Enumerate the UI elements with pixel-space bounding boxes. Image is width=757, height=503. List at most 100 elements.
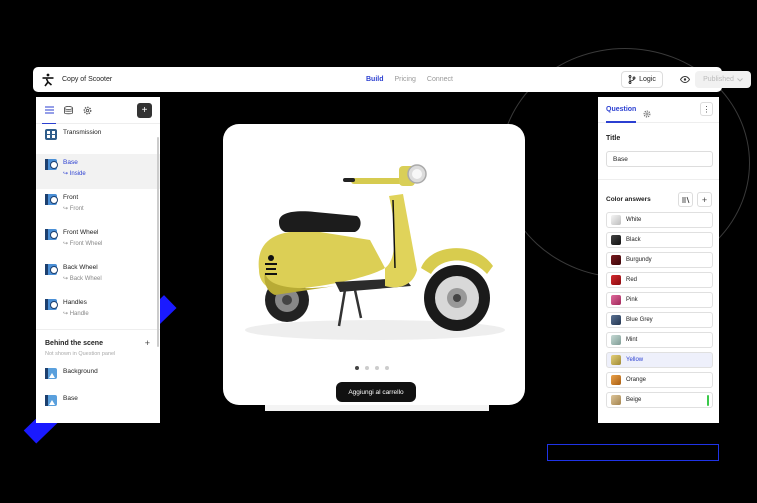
- add-to-cart-button[interactable]: Aggiungi al carrello: [336, 382, 416, 402]
- answer-white[interactable]: White: [606, 212, 713, 228]
- answer-yellow[interactable]: Yellow: [606, 352, 713, 368]
- answer-mint[interactable]: Mint: [606, 332, 713, 348]
- layer-name: Base: [63, 159, 78, 166]
- layers-panel: + Transmission Base ↪ Inside Front ↪ Fro…: [36, 97, 160, 423]
- list-icon[interactable]: [42, 105, 56, 124]
- answer-red[interactable]: Red: [606, 272, 713, 288]
- tab-question[interactable]: Question: [606, 106, 637, 123]
- color-answers-list: White Black Burgundy Red Pink Blue Grey …: [606, 212, 713, 412]
- image-icon: [45, 395, 57, 406]
- gear-icon[interactable]: [643, 105, 651, 123]
- stack-icon[interactable]: [63, 105, 73, 115]
- color-chip: [611, 215, 621, 225]
- layer-link: ↪ Front Wheel: [63, 241, 103, 247]
- layer-item-front-wheel[interactable]: Front Wheel ↪ Front Wheel: [36, 224, 160, 259]
- layer-item-handles[interactable]: Handles ↪ Handle: [36, 294, 160, 329]
- title-input[interactable]: Base: [606, 151, 713, 167]
- publish-button[interactable]: Published: [695, 71, 751, 88]
- answer-pink[interactable]: Pink: [606, 292, 713, 308]
- layer-item-back-wheel[interactable]: Back Wheel ↪ Back Wheel: [36, 259, 160, 294]
- part-icon: [45, 159, 58, 170]
- color-chip: [611, 255, 621, 265]
- layer-item-base[interactable]: Base ↪ Inside: [36, 154, 160, 189]
- layer-name: Transmission: [63, 129, 102, 136]
- preview-button[interactable]: [676, 71, 694, 88]
- layers-toolbar: +: [36, 97, 160, 124]
- answer-label: Yellow: [626, 357, 644, 363]
- more-options-button[interactable]: ⋮: [700, 102, 713, 116]
- top-bar: Copy of Scooter Build Pricing Connect Lo…: [33, 67, 751, 92]
- group-icon: [45, 129, 57, 140]
- carousel-dots: [355, 366, 389, 370]
- add-layer-button[interactable]: +: [137, 103, 152, 118]
- answer-label: White: [626, 217, 642, 223]
- carousel-dot[interactable]: [365, 366, 369, 370]
- answer-burgundy[interactable]: Burgundy: [606, 252, 713, 268]
- answer-beige[interactable]: Beige: [606, 392, 713, 408]
- layer-link: ↪ Inside: [63, 171, 86, 177]
- layer-name: Background: [63, 368, 98, 375]
- color-chip: [611, 295, 621, 305]
- logic-label: Logic: [639, 76, 656, 83]
- answer-label: Red: [626, 277, 638, 283]
- tab-connect[interactable]: Connect: [427, 76, 453, 83]
- answer-label: Burgundy: [626, 257, 652, 263]
- scooter-image: [245, 164, 505, 340]
- answer-label: Orange: [626, 377, 647, 383]
- section-title: Behind the scene: [45, 340, 103, 347]
- layer-item-base-background[interactable]: Base: [36, 390, 160, 417]
- tab-pricing[interactable]: Pricing: [395, 76, 416, 83]
- title-label: Title: [606, 135, 621, 142]
- branch-icon: [628, 75, 636, 84]
- answer-label: Pink: [626, 297, 638, 303]
- layer-name: Front Wheel: [63, 229, 99, 236]
- answer-label: Mint: [626, 337, 638, 343]
- answer-label: Beige: [626, 397, 642, 403]
- divider: [598, 179, 719, 180]
- answer-label: Black: [626, 237, 641, 243]
- carousel-dot[interactable]: [385, 366, 389, 370]
- layer-name: Back Wheel: [63, 264, 98, 271]
- publish-label: Published: [703, 76, 734, 83]
- tab-build[interactable]: Build: [366, 76, 384, 83]
- answer-orange[interactable]: Orange: [606, 372, 713, 388]
- layer-name: Front: [63, 194, 79, 201]
- app-logo-icon[interactable]: [39, 71, 57, 89]
- add-behind-scene-button[interactable]: +: [145, 338, 150, 348]
- layer-link: ↪ Back Wheel: [63, 276, 102, 282]
- color-chip: [611, 375, 621, 385]
- logic-button[interactable]: Logic: [621, 71, 663, 88]
- color-chip: [611, 355, 621, 365]
- layer-link: ↪ Handle: [63, 311, 89, 317]
- layer-link: ↪ Front: [63, 206, 84, 212]
- chevron-down-icon: [737, 77, 743, 82]
- section-subtitle: Not shown in Question panel: [45, 351, 116, 357]
- add-answer-button[interactable]: +: [697, 192, 712, 207]
- question-tabs: Question ⋮: [598, 97, 719, 123]
- gear-icon[interactable]: [82, 105, 92, 115]
- answers-label: Color answers: [606, 196, 651, 203]
- carousel-dot[interactable]: [355, 366, 359, 370]
- layer-item-front[interactable]: Front ↪ Front: [36, 189, 160, 224]
- color-chip: [611, 395, 621, 405]
- layer-item-transmission[interactable]: Transmission: [36, 124, 160, 154]
- color-chip: [611, 275, 621, 285]
- color-chip: [611, 235, 621, 245]
- part-icon: [45, 299, 58, 310]
- layer-item-background[interactable]: Background: [36, 363, 160, 390]
- answer-blue-grey[interactable]: Blue Grey: [606, 312, 713, 328]
- product-viewer: [223, 124, 525, 405]
- library-icon[interactable]: [678, 192, 693, 207]
- layer-name: Handles: [63, 299, 87, 306]
- layers-scrollbar[interactable]: [157, 137, 159, 347]
- main-tabs: Build Pricing Connect: [366, 67, 453, 92]
- layer-name: Base: [63, 395, 78, 402]
- carousel-dot[interactable]: [375, 366, 379, 370]
- drag-handle[interactable]: [707, 395, 709, 406]
- image-icon: [45, 368, 57, 379]
- part-icon: [45, 229, 58, 240]
- eye-icon: [680, 76, 690, 83]
- part-icon: [45, 194, 58, 205]
- answer-label: Blue Grey: [626, 317, 653, 323]
- answer-black[interactable]: Black: [606, 232, 713, 248]
